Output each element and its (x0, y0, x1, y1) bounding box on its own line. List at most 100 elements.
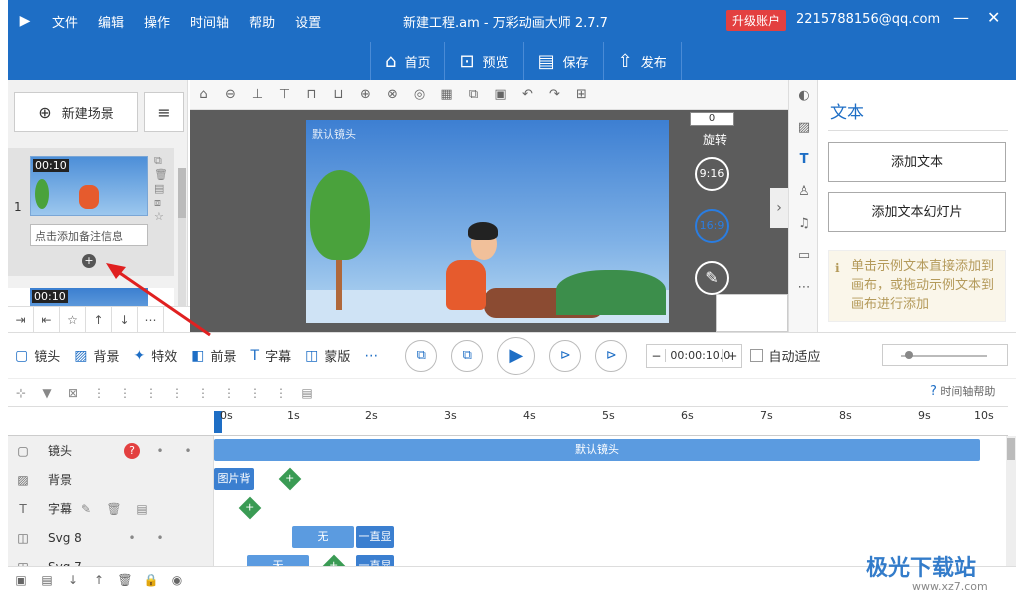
track-lane[interactable]: 无 一直显 (214, 523, 1004, 552)
close-button[interactable]: ✕ (987, 8, 1000, 27)
track-lane[interactable]: 图片背 + (214, 465, 1004, 494)
align-icon[interactable]: ⋮ (216, 386, 242, 400)
time-plus-button[interactable]: + (723, 349, 741, 363)
grid-icon[interactable]: ▦ (433, 87, 460, 102)
lock-dot[interactable]: • (174, 444, 202, 458)
text-icon[interactable]: T (789, 144, 819, 176)
add-layer-icon[interactable]: ▣ (8, 573, 34, 587)
add-text-slide-button[interactable]: 添加文本幻灯片 (828, 192, 1006, 232)
track-background[interactable]: ▨ 背景 图片背 + (8, 465, 1004, 494)
folder-icon[interactable]: ▤ (34, 573, 60, 587)
track-camera[interactable]: ▢ 镜头 ? • • 默认镜头 (8, 436, 1004, 465)
camera-button[interactable]: ▢ 镜头 (8, 346, 67, 366)
scene-side-tools[interactable]: ⧉ 🗑 ▤ ⧈ ☆ (154, 154, 168, 224)
menu-settings[interactable]: 设置 (285, 12, 331, 31)
align-icon[interactable]: ⋮ (190, 386, 216, 400)
next-scene-icon[interactable]: ⊳ (595, 339, 628, 372)
eye-icon[interactable]: ◉ (164, 573, 190, 587)
filter-icon[interactable]: ▼ (34, 386, 60, 400)
track-subtitle[interactable]: T 字幕 ✎ 🗑 ▤ + (8, 494, 1004, 523)
timeline-clip[interactable]: 图片背 (214, 468, 254, 490)
rotate-input[interactable]: 0 (690, 112, 734, 126)
foreground-button[interactable]: ◧ 前景 (184, 346, 243, 366)
delete-icon[interactable]: 🗑 (100, 502, 128, 516)
zoom-in-icon[interactable]: ⊕ (352, 87, 379, 102)
track-svg8[interactable]: ◫ Svg 8 • • 无 一直显 (8, 523, 1004, 552)
time-ruler[interactable]: 0s 1s 2s 3s 4s 5s 6s 7s 8s 9s 10s (8, 406, 1008, 436)
menu-operate[interactable]: 操作 (134, 12, 180, 31)
lock-icon[interactable]: 🔒 (138, 573, 164, 587)
align-icon[interactable]: ⋮ (86, 386, 112, 400)
edit-icon[interactable]: ✎ (72, 502, 100, 516)
timeline-clip[interactable]: 默认镜头 (214, 439, 980, 461)
minimap[interactable] (716, 294, 788, 332)
menu-file[interactable]: 文件 (42, 12, 88, 31)
align-top-icon[interactable]: ⊤ (271, 87, 298, 102)
delete-icon[interactable]: 🗑 (112, 573, 138, 587)
align-left-icon[interactable]: ⊓ (298, 87, 325, 102)
save-button[interactable]: ▤ 保存 (522, 42, 603, 80)
home-button[interactable]: ⌂ 首页 (370, 42, 444, 80)
visibility-dot[interactable]: • (146, 444, 174, 458)
align-icon[interactable]: ⋮ (138, 386, 164, 400)
publish-button[interactable]: ⇧ 发布 (602, 42, 682, 80)
more-controls-button[interactable]: ⋯ (357, 348, 385, 364)
undo-icon[interactable]: ↶ (514, 87, 541, 102)
bubble-icon[interactable]: ▭ (789, 240, 819, 272)
add-effect-icon[interactable]: + (238, 496, 262, 520)
tracks-scroll-thumb[interactable] (1007, 438, 1015, 460)
add-text-button[interactable]: 添加文本 (828, 142, 1006, 182)
mask-button[interactable]: ◫ 蒙版 (298, 346, 357, 366)
menu-help[interactable]: 帮助 (239, 12, 285, 31)
new-scene-button[interactable]: ⊕ 新建场景 (14, 92, 138, 132)
home-icon[interactable]: ⌂ (190, 87, 217, 102)
menu-timeline[interactable]: 时间轴 (180, 12, 239, 31)
bushes[interactable] (556, 270, 666, 315)
zoom-out-icon[interactable]: ⊗ (379, 87, 406, 102)
track-lane[interactable]: + (214, 494, 1004, 523)
play-icon[interactable]: ▶ (497, 336, 536, 375)
align-icon[interactable]: ⋮ (164, 386, 190, 400)
track-header[interactable]: ▢ 镜头 ? • • (8, 436, 214, 465)
autofit-toggle[interactable]: 自动适应 (750, 346, 820, 365)
scene-tool-export-icon[interactable]: ⇤ (34, 307, 60, 332)
duration-stepper[interactable]: − 00:00:10.0 + (646, 343, 743, 368)
settings-icon[interactable]: ▤ (294, 386, 320, 400)
help-badge-icon[interactable]: ? (124, 442, 140, 459)
add-scene-icon[interactable]: + (82, 254, 96, 268)
star-icon[interactable]: ☆ (60, 307, 86, 332)
track-lane[interactable]: 默认镜头 (214, 436, 1004, 465)
scene-tool-import-icon[interactable]: ⇥ (8, 307, 34, 332)
tree[interactable] (310, 170, 370, 260)
scene-scroll-thumb[interactable] (178, 168, 186, 218)
timeline-help-link[interactable]: ? 时间轴帮助 (930, 383, 995, 399)
next-frame-icon[interactable]: ⊳ (549, 339, 582, 372)
copy-icon[interactable]: ⧉ (460, 87, 487, 102)
character-icon[interactable]: ♙ (789, 176, 819, 208)
ratio-916-button[interactable]: 9:16 (695, 157, 729, 191)
upgrade-button[interactable]: 升级账户 (726, 10, 787, 31)
edit-icon[interactable]: ✎ (695, 261, 729, 295)
track-header[interactable]: T 字幕 ✎ 🗑 ▤ (8, 494, 214, 523)
track-header[interactable]: ▨ 背景 (8, 465, 214, 494)
align-icon[interactable]: ⋮ (268, 386, 294, 400)
target-icon[interactable]: ⊹ (8, 386, 34, 400)
tracks-scrollbar[interactable] (1006, 436, 1016, 566)
zoom-knob[interactable] (905, 351, 913, 359)
settings-icon[interactable]: ⊞ (568, 87, 595, 102)
stage[interactable]: 默认镜头 (306, 120, 669, 323)
align-icon[interactable]: ⋮ (112, 386, 138, 400)
image-icon[interactable]: ▨ (789, 112, 819, 144)
track-header[interactable]: ◫ Svg 8 • • (8, 523, 214, 552)
prev-scene-icon[interactable]: ⧉ (405, 339, 438, 372)
scene-thumbnail[interactable]: 00:10 (30, 156, 148, 216)
minimize-button[interactable]: — (953, 8, 969, 27)
lock-icon[interactable]: ◎ (406, 87, 433, 102)
character-body[interactable] (446, 260, 486, 310)
music-icon[interactable]: ♫ (789, 208, 819, 240)
preview-button[interactable]: ⊡ 预览 (444, 42, 522, 80)
canvas-area[interactable]: 默认镜头 0 旋转 9:16 16:9 ✎ › (190, 110, 788, 332)
effects-button[interactable]: ✦ 特效 (127, 346, 185, 366)
align-bottom-icon[interactable]: ⊥ (244, 87, 271, 102)
paste-icon[interactable]: ▣ (487, 87, 514, 102)
